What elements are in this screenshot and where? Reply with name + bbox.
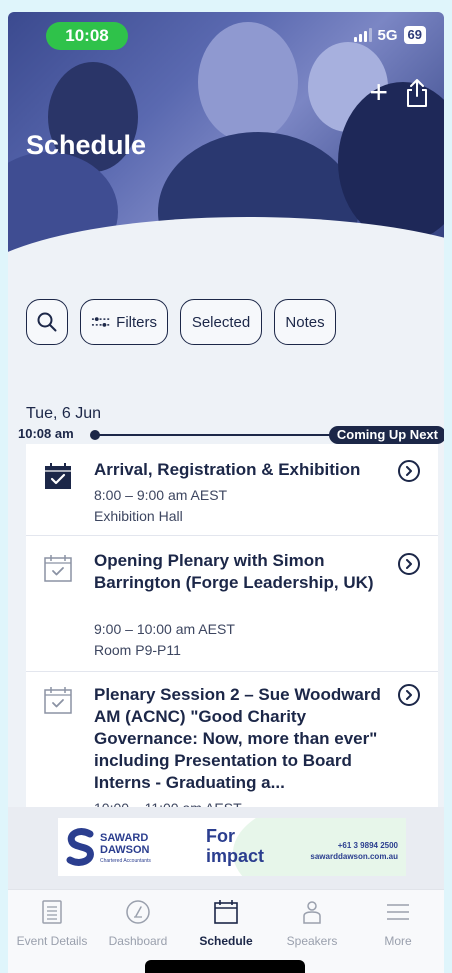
sponsor-ad[interactable]: SAWARD DAWSON Chartered Accountants For … bbox=[58, 818, 406, 876]
session-open-button[interactable] bbox=[398, 553, 420, 575]
tab-dashboard[interactable]: Dashboard bbox=[94, 898, 182, 948]
home-indicator bbox=[145, 960, 305, 973]
ad-tagline-line1: For bbox=[206, 826, 235, 846]
session-row[interactable]: Arrival, Registration & Exhibition 8:00 … bbox=[26, 444, 438, 536]
filters-button[interactable]: Filters bbox=[80, 299, 168, 345]
session-title[interactable]: Arrival, Registration & Exhibition bbox=[94, 459, 390, 481]
schedule-date: Tue, 6 Jun bbox=[26, 405, 102, 422]
tab-label: More bbox=[384, 934, 412, 948]
add-icon[interactable]: + bbox=[369, 76, 388, 108]
tab-label: Event Details bbox=[16, 934, 88, 948]
person-icon bbox=[303, 901, 321, 924]
session-title[interactable]: Plenary Session 2 – Sue Woodward AM (ACN… bbox=[94, 684, 390, 794]
ad-tagline: For impact bbox=[206, 826, 264, 866]
session-list[interactable]: Arrival, Registration & Exhibition 8:00 … bbox=[26, 444, 438, 809]
calendar-check-outline-icon[interactable] bbox=[44, 554, 72, 582]
ad-website: sawarddawson.com.au bbox=[310, 852, 398, 861]
tab-label: Dashboard bbox=[108, 934, 168, 948]
filters-label: Filters bbox=[116, 313, 157, 331]
search-button[interactable] bbox=[26, 299, 68, 345]
session-open-button[interactable] bbox=[398, 460, 420, 482]
menu-icon bbox=[387, 904, 409, 920]
session-open-button[interactable] bbox=[398, 684, 420, 706]
app-screen: 10:08 5G 69 Schedule + Filters Selected … bbox=[8, 12, 444, 973]
session-room: Exhibition Hall bbox=[94, 508, 183, 524]
gauge-icon bbox=[126, 900, 150, 924]
ad-phone: +61 3 9894 2500 bbox=[337, 841, 398, 850]
ad-contact: +61 3 9894 2500 sawarddawson.com.au bbox=[310, 840, 398, 862]
notes-button[interactable]: Notes bbox=[274, 299, 336, 345]
selected-label: Selected bbox=[191, 313, 251, 331]
saward-dawson-logo-icon bbox=[66, 828, 94, 866]
ad-brand: SAWARD DAWSON bbox=[100, 832, 150, 856]
session-time: 9:00 – 10:00 am AEST bbox=[94, 621, 235, 637]
tab-label: Schedule bbox=[199, 934, 253, 948]
calendar-checked-icon[interactable] bbox=[44, 462, 72, 490]
calendar-icon bbox=[214, 900, 238, 924]
share-icon[interactable] bbox=[406, 78, 428, 108]
page-title: Schedule bbox=[26, 130, 147, 160]
session-title[interactable]: Opening Plenary with Simon Barrington (F… bbox=[94, 550, 390, 594]
coming-up-badge: Coming Up Next bbox=[328, 426, 444, 444]
status-indicators: 5G 69 bbox=[353, 26, 426, 44]
session-row[interactable]: Opening Plenary with Simon Barrington (F… bbox=[26, 536, 438, 672]
ad-brand-line2: DAWSON bbox=[100, 844, 150, 856]
device-frame: 10:08 5G 69 Schedule + Filters Selected … bbox=[0, 0, 452, 973]
signal-icon bbox=[353, 28, 372, 42]
session-time: 8:00 – 9:00 am AEST bbox=[94, 487, 228, 503]
chevron-right-icon bbox=[406, 559, 412, 569]
calendar-check-outline-icon[interactable] bbox=[44, 686, 72, 714]
hero-banner: 10:08 5G 69 Schedule + bbox=[8, 12, 444, 272]
session-room: Room P9-P11 bbox=[94, 642, 181, 658]
ad-brand-sub: Chartered Accountants bbox=[100, 858, 151, 864]
filter-bar: Filters Selected Notes bbox=[26, 299, 336, 345]
hero-photo-shape bbox=[198, 22, 298, 142]
tab-event-details[interactable]: Event Details bbox=[8, 898, 96, 948]
chevron-right-icon bbox=[406, 466, 412, 476]
ad-tagline-line2: impact bbox=[206, 846, 265, 866]
chevron-right-icon bbox=[406, 690, 412, 700]
tab-more[interactable]: More bbox=[354, 898, 442, 948]
session-row[interactable]: Plenary Session 2 – Sue Woodward AM (ACN… bbox=[26, 672, 438, 809]
sliders-icon bbox=[91, 317, 110, 327]
current-time-line bbox=[98, 434, 358, 436]
tab-speakers[interactable]: Speakers bbox=[268, 898, 356, 948]
selected-button[interactable]: Selected bbox=[180, 299, 262, 345]
search-icon bbox=[37, 312, 57, 332]
notes-label: Notes bbox=[285, 313, 325, 331]
tab-schedule[interactable]: Schedule bbox=[182, 898, 270, 948]
network-label: 5G bbox=[377, 26, 398, 44]
tab-label: Speakers bbox=[286, 934, 338, 948]
ad-brand-line1: SAWARD bbox=[100, 832, 149, 844]
current-time-label: 10:08 am bbox=[18, 426, 74, 441]
status-time: 10:08 bbox=[46, 22, 128, 50]
current-time-indicator: 10:08 am Coming Up Next bbox=[18, 426, 444, 444]
document-icon bbox=[42, 900, 62, 924]
battery-icon: 69 bbox=[403, 26, 426, 44]
